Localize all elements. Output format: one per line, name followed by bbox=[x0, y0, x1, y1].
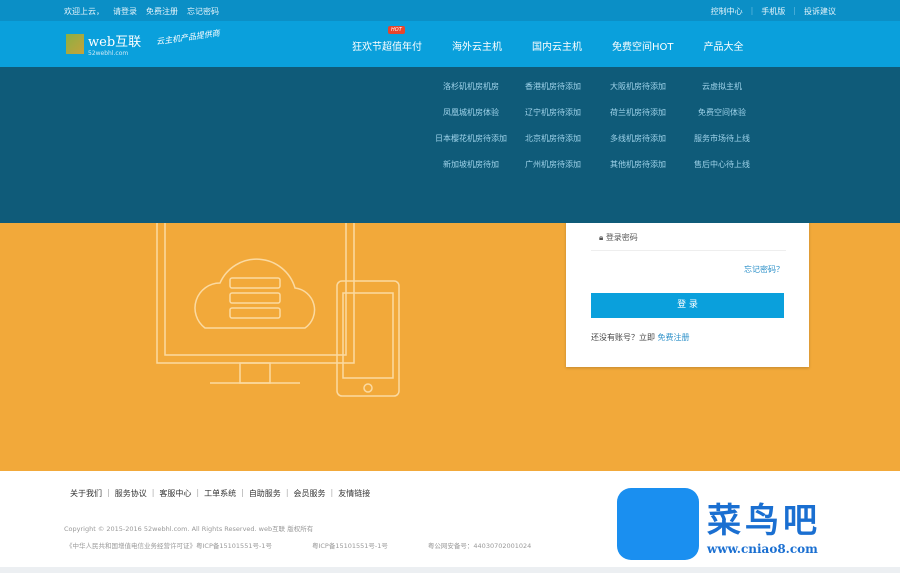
lock-icon: 🔒︎ bbox=[599, 233, 606, 242]
divider: | bbox=[107, 488, 110, 497]
register-link[interactable]: 免费注册 bbox=[146, 6, 178, 17]
hot-badge: HOT bbox=[388, 26, 405, 34]
dropdown-item[interactable]: 荷兰机房待添加 bbox=[594, 107, 682, 118]
top-bar: 欢迎上云， 请登录 免费注册 忘记密码 控制中心 | 手机版 | 投诉建议 bbox=[0, 0, 900, 21]
nav-item-overseas[interactable]: 海外云主机 bbox=[452, 38, 502, 53]
login-link[interactable]: 请登录 bbox=[113, 6, 137, 17]
dropdown-item[interactable]: 服务市场待上线 bbox=[682, 133, 762, 144]
watermark-text: 菜鸟吧 bbox=[707, 500, 821, 541]
dropdown-item[interactable]: 香港机房待添加 bbox=[512, 81, 594, 92]
police-record[interactable]: 粤公网安备号：44030702001024 bbox=[428, 540, 531, 550]
password-input[interactable]: 🔒︎ 登录密码 bbox=[591, 227, 786, 251]
divider: | bbox=[793, 6, 796, 15]
divider: | bbox=[151, 488, 155, 497]
logo-icon bbox=[66, 34, 84, 54]
watermark-url: www.cniao8.com bbox=[707, 541, 818, 556]
register-link[interactable]: 免费注册 bbox=[658, 333, 690, 342]
divider: | bbox=[330, 488, 334, 497]
dropdown-menu: 洛杉矶机房机房 香港机房待添加 大阪机房待添加 云虚拟主机凤凰城机房体验 辽宁机房待添加… bbox=[0, 67, 900, 223]
complaint-link[interactable]: 投诉建议 bbox=[804, 6, 836, 17]
dropdown-item[interactable]: 辽宁机房待添加 bbox=[512, 107, 594, 118]
forgot-password-link[interactable]: 忘记密码 bbox=[187, 6, 219, 17]
logo-text: web互联 bbox=[88, 35, 142, 50]
dropdown-item[interactable]: 大阪机房待添加 bbox=[594, 81, 682, 92]
divider: | bbox=[241, 488, 244, 497]
dropdown-item[interactable]: 凤凰城机房体验 bbox=[430, 107, 512, 118]
dropdown-item[interactable]: 其他机房待添加 bbox=[594, 159, 682, 170]
nav-item-domestic[interactable]: 国内云主机 bbox=[532, 38, 582, 53]
bottom-strip bbox=[0, 567, 900, 573]
nav-item-products[interactable]: 产品大全 bbox=[704, 38, 744, 53]
dropdown-item[interactable]: 新加坡机房待加 bbox=[430, 159, 512, 170]
forgot-password-link[interactable]: 忘记密码？ bbox=[744, 264, 784, 275]
dropdown-item[interactable]: 洛杉矶机房机房 bbox=[430, 81, 512, 92]
footer-link[interactable]: 自助服务 bbox=[249, 488, 281, 499]
logo[interactable]: web互联 52webhl.com bbox=[66, 31, 141, 57]
welcome-text: 欢迎上云， bbox=[64, 7, 104, 16]
footer-link[interactable]: 友情链接 bbox=[338, 488, 370, 499]
divider: | bbox=[196, 488, 200, 497]
login-button[interactable]: 登 录 bbox=[591, 293, 784, 318]
watermark: 菜鸟吧 www.cniao8.com bbox=[617, 488, 821, 560]
copyright: Copyright © 2015-2016 52webhl.com. All R… bbox=[64, 525, 314, 533]
main-nav: web互联 52webhl.com 云主机产品提供商 HOT 狂欢节超值年付 海外云… bbox=[0, 21, 900, 67]
nav-item-free-space[interactable]: 免费空间HOT bbox=[612, 38, 674, 53]
footer-link[interactable]: 关于我们 bbox=[70, 488, 102, 499]
no-account-text: 还没有账号？立即 bbox=[591, 333, 655, 342]
dropdown-item[interactable]: 云虚拟主机 bbox=[682, 81, 762, 92]
control-center-link[interactable]: 控制中心 bbox=[711, 6, 743, 17]
footer-link[interactable]: 客服中心 bbox=[159, 488, 191, 499]
dropdown-item[interactable]: 多线机房待添加 bbox=[594, 133, 682, 144]
logo-subtext: 52webhl.com bbox=[88, 50, 129, 57]
nav-item-promo[interactable]: HOT 狂欢节超值年付 bbox=[352, 26, 422, 53]
dropdown-item[interactable]: 售后中心待上线 bbox=[682, 159, 762, 170]
dropdown-item[interactable]: 日本樱花机房待添加 bbox=[430, 133, 512, 144]
dropdown-item[interactable]: 免费空间体验 bbox=[682, 107, 762, 118]
footer-link[interactable]: 服务协议 bbox=[115, 488, 147, 499]
dropdown-item[interactable]: 北京机房待添加 bbox=[512, 133, 594, 144]
icp-record[interactable]: 粤ICP备15101551号-1号 bbox=[312, 540, 388, 550]
bird-logo-icon bbox=[617, 488, 699, 560]
footer-link[interactable]: 工单系统 bbox=[204, 488, 236, 499]
footer-link[interactable]: 会员服务 bbox=[294, 488, 326, 499]
dropdown-item[interactable]: 广州机房待添加 bbox=[512, 159, 594, 170]
slogan: 云主机产品提供商 bbox=[155, 28, 221, 47]
mobile-link[interactable]: 手机版 bbox=[761, 6, 785, 17]
icp-license[interactable]: 《中华人民共和国增值电信业务经营许可证》粤ICP备15101551号-1号 bbox=[66, 540, 272, 550]
divider: | bbox=[285, 488, 289, 497]
divider: | bbox=[750, 6, 754, 15]
